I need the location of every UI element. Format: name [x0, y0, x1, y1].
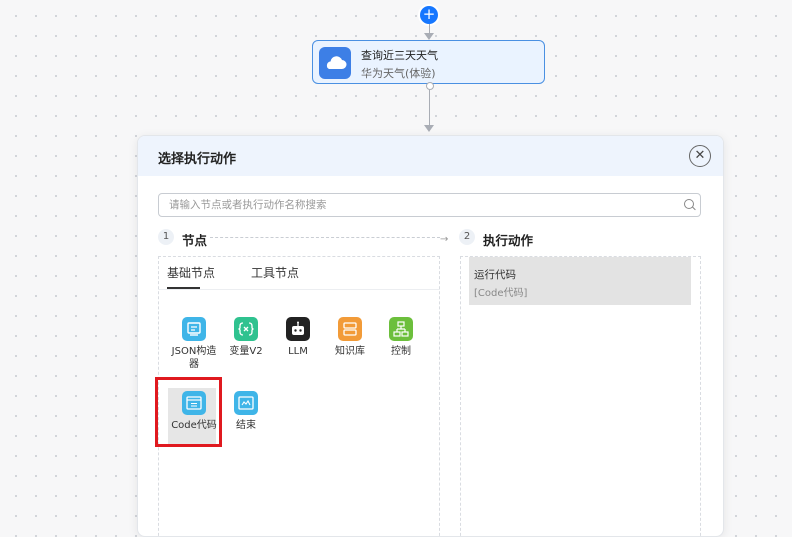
end-icon	[234, 391, 258, 415]
step-1-label: 节点	[182, 233, 208, 248]
tool-label: 变量V2	[229, 346, 263, 357]
tool-json-builder[interactable]: JSON构造器	[168, 317, 220, 371]
cloud-icon	[319, 47, 351, 79]
node-subtitle: 华为天气(体验)	[361, 67, 436, 80]
search-input[interactable]	[169, 197, 669, 213]
weather-node[interactable]: 查询近三天天气 华为天气(体验)	[312, 40, 545, 84]
selection-highlight	[155, 377, 222, 447]
step-divider	[210, 237, 440, 238]
tool-llm[interactable]: LLM	[272, 317, 324, 358]
node-output-port[interactable]	[426, 82, 434, 90]
action-name: 运行代码	[474, 269, 516, 281]
connector-arrow	[424, 125, 434, 132]
node-title: 查询近三天天气	[361, 49, 438, 62]
database-icon	[338, 317, 362, 341]
connector-arrow	[424, 33, 434, 40]
step-2-label: 执行动作	[483, 233, 534, 248]
action-item-run-code[interactable]: 运行代码 [Code代码]	[469, 257, 691, 305]
robot-icon	[286, 317, 310, 341]
tab-divider	[158, 289, 440, 290]
arrow-right-icon: →	[440, 234, 449, 245]
tool-control[interactable]: 控制	[375, 317, 427, 358]
tool-label: 知识库	[335, 346, 365, 357]
add-node-button[interactable]: +	[420, 6, 438, 24]
tab-tool-nodes[interactable]: 工具节点	[251, 264, 299, 281]
connector-line	[429, 89, 430, 125]
panel-header: 选择执行动作 ✕	[138, 136, 723, 176]
tool-label: 控制	[391, 346, 411, 357]
flow-control-icon	[389, 317, 413, 341]
step-1-badge: 1	[158, 229, 174, 245]
json-builder-icon	[182, 317, 206, 341]
panel-title: 选择执行动作	[158, 152, 237, 167]
tab-basic-nodes[interactable]: 基础节点	[167, 264, 215, 281]
step-2-badge: 2	[459, 229, 475, 245]
tool-label: JSON构造器	[171, 346, 217, 370]
search-icon[interactable]	[684, 199, 694, 209]
tool-knowledge-base[interactable]: 知识库	[324, 317, 376, 358]
tool-label: 结束	[236, 420, 256, 431]
search-box[interactable]	[158, 193, 701, 217]
close-button[interactable]: ✕	[689, 145, 711, 167]
variable-icon	[234, 317, 258, 341]
active-tab-indicator	[167, 287, 200, 289]
tool-variable[interactable]: 变量V2	[220, 317, 272, 358]
tool-end[interactable]: 结束	[220, 391, 272, 432]
action-subtitle: [Code代码]	[474, 288, 528, 299]
tool-label: LLM	[288, 346, 308, 357]
